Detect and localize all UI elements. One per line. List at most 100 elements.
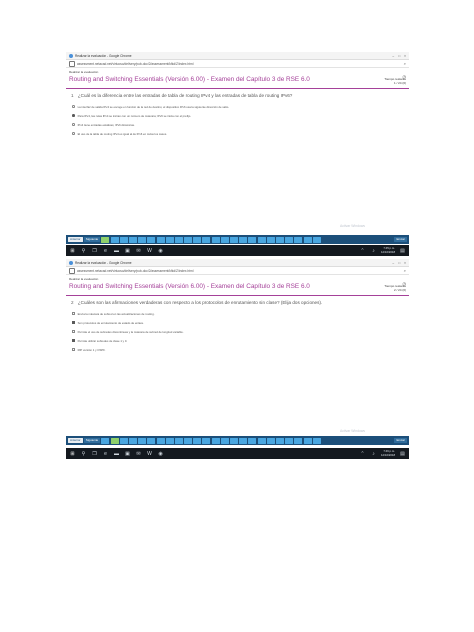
question-tile[interactable] xyxy=(239,437,248,444)
word-icon[interactable]: W xyxy=(146,451,153,457)
question-tile[interactable] xyxy=(211,437,220,444)
network-icon[interactable]: ⌃ xyxy=(359,451,366,457)
answer-option[interactable]: Son protocolos de enrutamiento de estado… xyxy=(72,321,409,325)
question-tile[interactable] xyxy=(294,437,303,444)
close-icon[interactable]: × xyxy=(404,261,406,265)
question-tile[interactable] xyxy=(248,236,257,243)
checkbox-checked[interactable] xyxy=(72,339,75,342)
question-tile[interactable] xyxy=(294,236,303,243)
notifications-icon[interactable]: ▤ xyxy=(399,248,406,254)
question-tile[interactable] xyxy=(211,236,220,243)
answer-option[interactable]: RIP versión 1 y OSPF. xyxy=(72,348,409,352)
question-tile[interactable] xyxy=(128,236,137,243)
question-tile[interactable] xyxy=(174,437,183,444)
question-tile[interactable] xyxy=(156,437,165,444)
maximize-icon[interactable]: □ xyxy=(398,54,400,58)
submit-button[interactable]: Enviar xyxy=(394,236,407,243)
question-tile[interactable] xyxy=(147,236,156,243)
question-tile[interactable] xyxy=(193,437,202,444)
question-tile[interactable] xyxy=(128,437,137,444)
question-tile[interactable] xyxy=(165,437,174,444)
question-tile[interactable] xyxy=(184,437,193,444)
edge-icon[interactable]: e xyxy=(102,248,109,254)
url-text[interactable]: assessment.netacad.net/virtuoso/delivery… xyxy=(77,269,404,273)
radio-button[interactable] xyxy=(72,123,75,126)
notifications-icon[interactable]: ▤ xyxy=(399,451,406,457)
checkbox[interactable] xyxy=(72,348,75,351)
question-tile[interactable] xyxy=(193,236,202,243)
question-tile[interactable] xyxy=(257,437,266,444)
question-tile[interactable] xyxy=(266,437,275,444)
radio-button-selected[interactable] xyxy=(72,114,75,117)
question-tile[interactable] xyxy=(119,437,128,444)
question-tile-current[interactable] xyxy=(110,437,119,444)
checkbox[interactable] xyxy=(72,312,75,315)
question-tile[interactable] xyxy=(239,236,248,243)
maximize-icon[interactable]: □ xyxy=(398,261,400,265)
answer-option[interactable]: Para IPv4, las rutas IPv4 se inician con… xyxy=(72,114,409,118)
question-tile[interactable] xyxy=(147,437,156,444)
minimize-icon[interactable]: – xyxy=(392,54,394,58)
question-tile[interactable] xyxy=(184,236,193,243)
question-tile[interactable] xyxy=(230,437,239,444)
question-tile[interactable] xyxy=(156,236,165,243)
mail-icon[interactable]: ✉ xyxy=(135,451,142,457)
next-button[interactable]: Siguiente xyxy=(83,236,101,243)
search-icon[interactable]: ⌕ xyxy=(404,61,406,66)
folder-icon[interactable]: ▬ xyxy=(113,451,120,457)
question-tile[interactable] xyxy=(101,437,110,444)
question-tile[interactable] xyxy=(275,437,284,444)
windows-start-icon[interactable]: ⊞ xyxy=(69,451,76,457)
question-tile[interactable] xyxy=(257,236,266,243)
question-tile[interactable] xyxy=(165,236,174,243)
radio-button[interactable] xyxy=(72,132,75,135)
prev-button[interactable]: Anterior xyxy=(68,437,83,444)
question-tile[interactable] xyxy=(174,236,183,243)
question-tile[interactable] xyxy=(202,437,211,444)
question-tile-current[interactable] xyxy=(101,236,110,243)
question-tile[interactable] xyxy=(312,437,321,444)
volume-icon[interactable]: ♪ xyxy=(370,248,377,254)
question-tile[interactable] xyxy=(138,236,147,243)
question-tile[interactable] xyxy=(285,236,294,243)
search-icon[interactable]: ⚲ xyxy=(80,451,87,457)
answer-option[interactable]: Permite el uso de subredes discontinuas … xyxy=(72,330,409,334)
folder-icon[interactable]: ▬ xyxy=(113,248,120,254)
question-tile[interactable] xyxy=(312,236,321,243)
answer-option[interactable]: Envía la máscara de subred en las actual… xyxy=(72,312,409,316)
url-text[interactable]: assessment.netacad.net/virtuoso/delivery… xyxy=(77,62,404,66)
windows-start-icon[interactable]: ⊞ xyxy=(69,248,76,254)
chrome-icon[interactable]: ◉ xyxy=(157,248,164,254)
question-tile[interactable] xyxy=(110,236,119,243)
edge-icon[interactable]: e xyxy=(102,451,109,457)
mail-icon[interactable]: ✉ xyxy=(135,248,142,254)
question-tile[interactable] xyxy=(248,437,257,444)
system-clock[interactable]: 7:46 p.m. 12/10/2018 xyxy=(381,449,395,457)
address-bar[interactable]: assessment.netacad.net/virtuoso/delivery… xyxy=(66,60,409,68)
next-button[interactable]: Siguiente xyxy=(83,437,101,444)
chrome-icon[interactable]: ◉ xyxy=(157,451,164,457)
network-icon[interactable]: ⌃ xyxy=(359,248,366,254)
word-icon[interactable]: W xyxy=(146,248,153,254)
question-tile[interactable] xyxy=(138,437,147,444)
close-icon[interactable]: × xyxy=(404,54,406,58)
checkbox[interactable] xyxy=(72,330,75,333)
question-tile[interactable] xyxy=(220,437,229,444)
store-icon[interactable]: ▣ xyxy=(124,451,131,457)
question-tile[interactable] xyxy=(303,437,312,444)
submit-button[interactable]: Enviar xyxy=(394,437,407,444)
search-icon[interactable]: ⚲ xyxy=(80,248,87,254)
answer-option[interactable]: El uso de la tabla de routing IPv4 es ig… xyxy=(72,132,409,136)
answer-option[interactable]: Permite utilizar subredes de clase 1 y 0… xyxy=(72,339,409,343)
system-clock[interactable]: 7:45 p.m. 12/10/2018 xyxy=(381,246,395,254)
checkbox-checked[interactable] xyxy=(72,321,75,324)
radio-button[interactable] xyxy=(72,105,75,108)
answer-option[interactable]: La interfaz de salida IPv4 se escoge en … xyxy=(72,105,409,109)
prev-button[interactable]: Anterior xyxy=(68,236,83,243)
question-tile[interactable] xyxy=(119,236,128,243)
task-view-icon[interactable]: ❐ xyxy=(91,451,98,457)
question-tile[interactable] xyxy=(202,236,211,243)
question-tile[interactable] xyxy=(303,236,312,243)
question-tile[interactable] xyxy=(285,437,294,444)
answer-option[interactable]: IPv4 tiene entradas estáticas; IPv6 diná… xyxy=(72,123,409,127)
